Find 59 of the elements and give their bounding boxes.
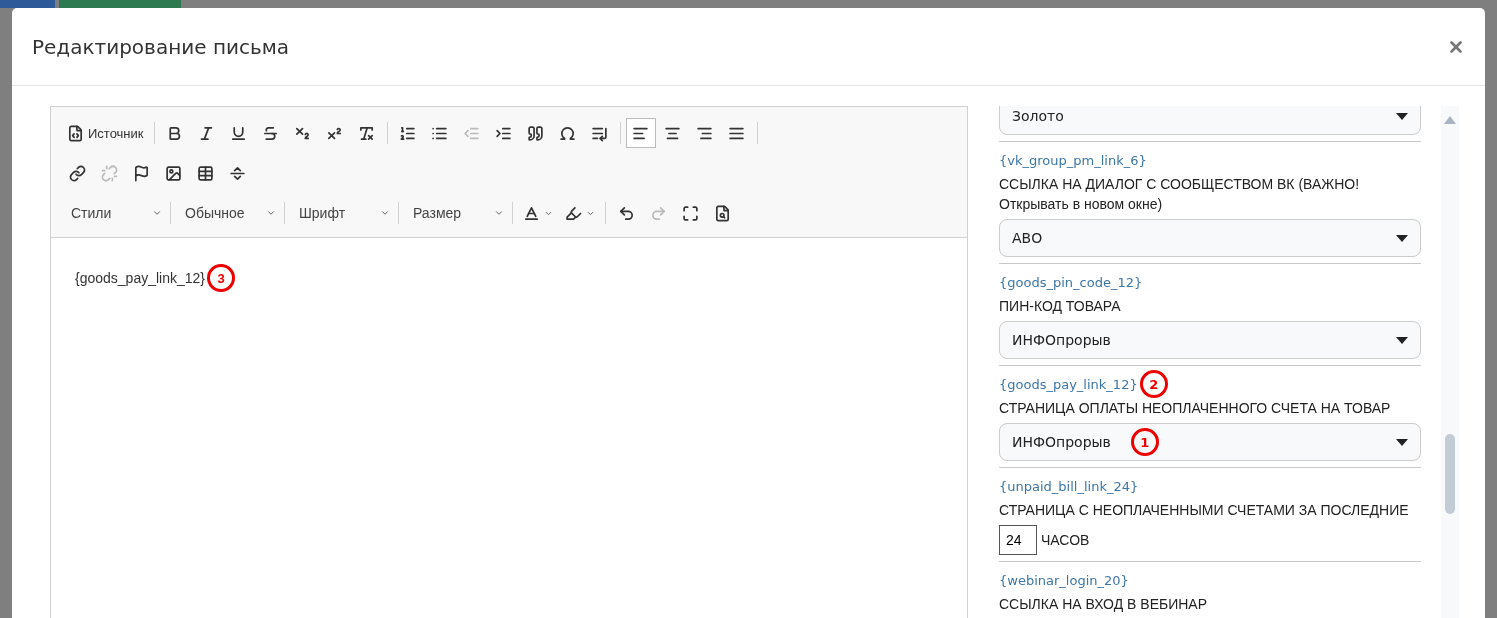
caret-icon <box>152 208 162 218</box>
redo-icon <box>649 204 667 222</box>
hours-input[interactable]: 24 <box>999 525 1037 555</box>
select-field[interactable]: АВО <box>999 219 1421 257</box>
caret-icon <box>1396 112 1408 120</box>
variable-token: {vk_group_pm_link_6} <box>999 152 1147 168</box>
variable-token: {goods_pin_code_12} <box>999 274 1143 290</box>
link-icon <box>68 164 86 182</box>
editor-content-area[interactable]: {goods_pay_link_12} 3 <box>51 238 967 618</box>
variable-label: ССЫЛКА НА ВХОД В ВЕБИНАР <box>999 595 1208 614</box>
strikethrough-icon <box>262 124 279 142</box>
scrollbar[interactable] <box>1441 106 1459 618</box>
undo-icon <box>617 204 635 222</box>
highlighter-icon <box>565 204 582 222</box>
variable-label: ССЫЛКА НА ДИАЛОГ С СООБЩЕСТВОМ ВК (ВАЖНО! Открывать в новом окне) <box>999 175 1361 214</box>
italic-icon <box>198 124 215 142</box>
format-dropdown[interactable]: Шрифт <box>289 198 394 228</box>
underline-icon <box>230 124 247 142</box>
image-icon <box>164 164 182 182</box>
caret-icon <box>1396 336 1408 344</box>
quote-icon <box>527 124 544 142</box>
variable-token: {unpaid_bill_link_24} <box>999 478 1139 494</box>
variable-label: СТРАНИЦА ОПЛАТЫ НЕОПЛАЧЕННОГО СЧЕТА НА ТОВАР <box>999 399 1392 418</box>
format-dropdown[interactable]: Обычное <box>175 198 280 228</box>
select-field[interactable]: ИНФОпрорыв <box>999 321 1421 359</box>
code-file-icon <box>67 124 84 142</box>
toolbar-button[interactable]: Источник <box>62 118 149 148</box>
caret-icon <box>266 208 276 218</box>
caret-icon <box>1396 438 1408 446</box>
toolbar-button[interactable] <box>625 118 656 148</box>
table-icon <box>196 164 214 182</box>
numbered-list-icon <box>399 124 416 142</box>
annotation-marker: 2 <box>1139 370 1168 398</box>
horizontal-rule-icon <box>228 164 246 182</box>
maximize-icon <box>681 204 699 222</box>
variable-label: ПИН-КОД ТОВАРА <box>999 297 1122 316</box>
hours-unit: ЧАСОВ <box>1041 531 1090 550</box>
flag-icon <box>132 164 150 182</box>
variable-token: {goods_pay_link_12} <box>999 376 1138 392</box>
clear-format-icon <box>358 124 375 142</box>
annotation-marker: 3 <box>207 264 235 292</box>
format-dropdown[interactable]: Размер <box>403 198 508 228</box>
variable-token: {webinar_login_20} <box>999 572 1129 588</box>
caret-icon <box>380 208 390 218</box>
annotation-marker: 1 <box>1130 428 1159 456</box>
caret-icon <box>494 208 504 218</box>
select-field[interactable]: Золото <box>999 106 1421 135</box>
text-color-icon <box>523 204 540 222</box>
caret-icon <box>1396 234 1408 242</box>
scrollbar-thumb[interactable] <box>1445 434 1455 514</box>
omega-icon <box>559 124 576 142</box>
window-title: Редактирование письма <box>32 34 290 59</box>
editor-text: {goods_pay_link_12} <box>75 270 205 286</box>
preview-icon <box>713 204 731 222</box>
variable-label: СТРАНИЦА С НЕОПЛАЧЕННЫМИ СЧЕТАМИ ЗА ПОСЛЕДНИЕ <box>999 501 1410 520</box>
format-dropdown[interactable]: Стили <box>61 198 166 228</box>
bold-icon <box>166 124 183 142</box>
select-field[interactable]: ИНФОпрорыв 1 <box>999 423 1421 461</box>
unlink-icon <box>100 164 118 182</box>
